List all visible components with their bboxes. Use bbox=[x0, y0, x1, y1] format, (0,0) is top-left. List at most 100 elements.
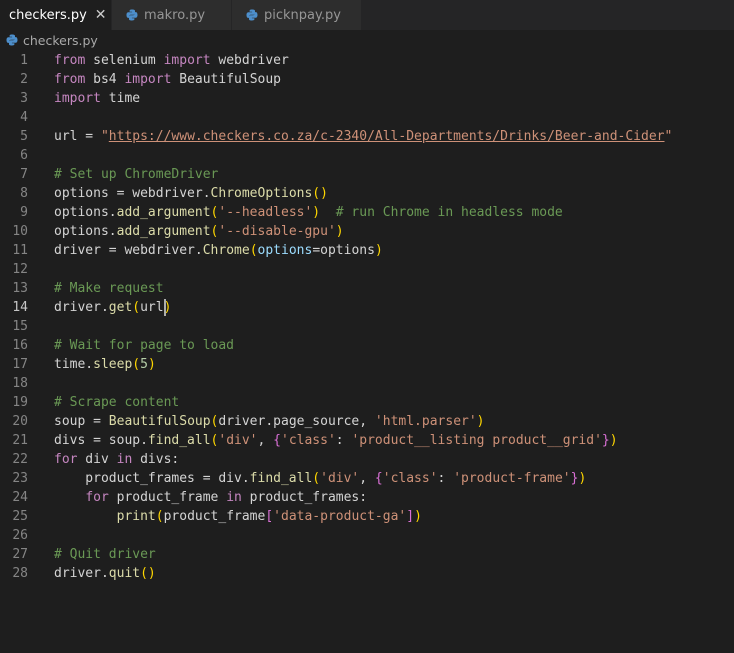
code-token: divs: bbox=[132, 452, 180, 467]
code-text[interactable]: divs = soup.find_all('div', {'class': 'p… bbox=[54, 431, 618, 450]
code-line[interactable]: 21 divs = soup.find_all('div', {'class': … bbox=[0, 431, 734, 450]
code-text[interactable]: options.add_argument('--disable-gpu') bbox=[54, 222, 344, 241]
code-text[interactable]: from bs4 import BeautifulSoup bbox=[54, 70, 281, 89]
code-line[interactable]: 11 driver = webdriver.Chrome(options=opti… bbox=[0, 241, 734, 260]
line-number: 24 bbox=[12, 490, 28, 505]
code-token: : bbox=[437, 471, 454, 486]
code-line[interactable]: 27 # Quit driver bbox=[0, 545, 734, 564]
tab-makro[interactable]: makro.py bbox=[112, 0, 232, 30]
tab-checkers[interactable]: checkers.py ✕ bbox=[0, 0, 112, 30]
code-line[interactable]: 5 url = "https://www.checkers.co.za/c-234… bbox=[0, 127, 734, 146]
code-token: BeautifulSoup bbox=[171, 72, 281, 87]
line-number: 11 bbox=[12, 243, 28, 258]
code-line[interactable]: 9 options.add_argument('--headless') # ru… bbox=[0, 203, 734, 222]
close-icon[interactable]: ✕ bbox=[95, 7, 107, 23]
code-line[interactable]: 14 driver.get(url) bbox=[0, 298, 734, 317]
code-token: { bbox=[374, 471, 383, 486]
code-text[interactable]: from selenium import webdriver bbox=[54, 51, 289, 70]
code-line[interactable]: 2 from bs4 import BeautifulSoup bbox=[0, 70, 734, 89]
code-line[interactable]: 20 soup = BeautifulSoup(driver.page_sourc… bbox=[0, 412, 734, 431]
code-text[interactable]: for product_frame in product_frames: bbox=[54, 488, 367, 507]
code-text[interactable]: # Make request bbox=[54, 279, 164, 298]
code-line[interactable]: 4 bbox=[0, 108, 734, 127]
code-line[interactable]: 28 driver.quit() bbox=[0, 564, 734, 583]
line-number: 17 bbox=[12, 357, 28, 372]
code-token: () bbox=[140, 566, 156, 581]
code-line[interactable]: 7 # Set up ChromeDriver bbox=[0, 165, 734, 184]
code-token: " bbox=[664, 129, 673, 144]
line-number: 2 bbox=[20, 72, 28, 87]
code-line[interactable]: 13 # Make request bbox=[0, 279, 734, 298]
text-cursor bbox=[163, 299, 166, 316]
code-line[interactable]: 10 options.add_argument('--disable-gpu') bbox=[0, 222, 734, 241]
code-text[interactable]: soup = BeautifulSoup(driver.page_source,… bbox=[54, 412, 485, 431]
code-line[interactable]: 12 bbox=[0, 260, 734, 279]
code-line[interactable]: 26 bbox=[0, 526, 734, 545]
tab-label: checkers.py bbox=[9, 7, 87, 23]
code-token: bs4 bbox=[85, 72, 125, 87]
code-line[interactable]: 15 bbox=[0, 317, 734, 336]
code-line[interactable]: 18 bbox=[0, 374, 734, 393]
code-token: product_frame bbox=[163, 509, 266, 524]
code-token: 'html.parser' bbox=[374, 414, 477, 429]
python-icon bbox=[126, 9, 138, 21]
breadcrumb-file[interactable]: checkers.py bbox=[23, 33, 98, 48]
code-token: add_argument bbox=[116, 205, 211, 220]
code-token: # Quit driver bbox=[54, 547, 156, 562]
tab-picknpay[interactable]: picknpay.py bbox=[232, 0, 362, 30]
code-text[interactable]: url = "https://www.checkers.co.za/c-2340… bbox=[54, 127, 672, 146]
code-line[interactable]: 19 # Scrape content bbox=[0, 393, 734, 412]
code-token: " bbox=[100, 129, 109, 144]
code-token: driver = webdriver. bbox=[54, 243, 203, 258]
code-line[interactable]: 16 # Wait for page to load bbox=[0, 336, 734, 355]
code-token: driver. bbox=[54, 566, 109, 581]
code-text[interactable]: # Set up ChromeDriver bbox=[54, 165, 218, 184]
code-token: get bbox=[108, 300, 133, 315]
tab-label: makro.py bbox=[144, 7, 206, 23]
line-number: 6 bbox=[20, 148, 28, 163]
code-text[interactable]: driver.get(url) bbox=[54, 298, 171, 317]
code-text[interactable]: # Wait for page to load bbox=[54, 336, 234, 355]
code-text[interactable]: driver = webdriver.Chrome(options=option… bbox=[54, 241, 383, 260]
line-number: 9 bbox=[20, 205, 28, 220]
line-number: 23 bbox=[12, 471, 28, 486]
code-editor[interactable]: 1 from selenium import webdriver 2 from bs4… bbox=[0, 50, 734, 653]
code-line[interactable]: 25 print(product_frame['data-product-ga'… bbox=[0, 507, 734, 526]
code-token: 5 bbox=[140, 357, 148, 372]
code-line[interactable]: 1 from selenium import webdriver bbox=[0, 51, 734, 70]
code-token: from bbox=[54, 72, 86, 87]
code-line[interactable]: 24 for product_frame in product_frames: bbox=[0, 488, 734, 507]
code-token: Chrome bbox=[202, 243, 250, 258]
code-text[interactable]: # Quit driver bbox=[54, 545, 156, 564]
code-token: time bbox=[100, 91, 141, 106]
code-token: in bbox=[226, 490, 242, 505]
code-token: # Make request bbox=[54, 281, 164, 296]
code-token: driver.page_source, bbox=[218, 414, 375, 429]
code-text[interactable]: product_frames = div.find_all('div', {'c… bbox=[54, 469, 586, 488]
code-text[interactable]: time.sleep(5) bbox=[54, 355, 156, 374]
code-line[interactable]: 6 bbox=[0, 146, 734, 165]
tab-label: picknpay.py bbox=[264, 7, 341, 23]
breadcrumb[interactable]: checkers.py bbox=[0, 30, 734, 50]
code-line[interactable]: 22 for div in divs: bbox=[0, 450, 734, 469]
tab-bar: checkers.py ✕ makro.py picknpay.py bbox=[0, 0, 734, 30]
line-number: 10 bbox=[12, 224, 28, 239]
code-token: ( bbox=[312, 471, 321, 486]
code-line[interactable]: 17 time.sleep(5) bbox=[0, 355, 734, 374]
code-text[interactable]: for div in divs: bbox=[54, 450, 179, 469]
code-text[interactable]: options = webdriver.ChromeOptions() bbox=[54, 184, 328, 203]
code-line[interactable]: 3 import time bbox=[0, 89, 734, 108]
code-token: sleep bbox=[93, 357, 133, 372]
line-number: 20 bbox=[12, 414, 28, 429]
code-text[interactable]: options.add_argument('--headless') # run… bbox=[54, 203, 563, 222]
code-line[interactable]: 23 product_frames = div.find_all('div', … bbox=[0, 469, 734, 488]
code-text[interactable]: print(product_frame['data-product-ga']) bbox=[54, 507, 422, 526]
code-text[interactable]: driver.quit() bbox=[54, 564, 156, 583]
code-text[interactable]: # Scrape content bbox=[54, 393, 179, 412]
code-line[interactable]: 8 options = webdriver.ChromeOptions() bbox=[0, 184, 734, 203]
code-text[interactable]: import time bbox=[54, 89, 140, 108]
code-token: 'div' bbox=[218, 433, 258, 448]
